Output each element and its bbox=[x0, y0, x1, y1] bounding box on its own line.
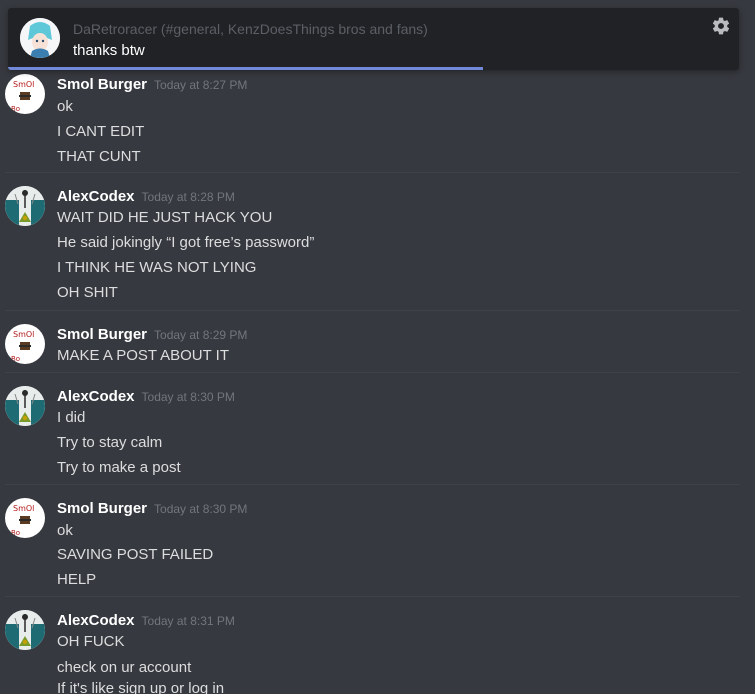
message-divider bbox=[5, 310, 740, 311]
message-text: ok bbox=[57, 522, 73, 539]
message-text: ok bbox=[57, 98, 73, 115]
message-header: AlexCodex Today at 8:28 PM bbox=[57, 188, 235, 206]
message-text: HELP bbox=[57, 571, 97, 588]
message-text: OH SHIT bbox=[57, 284, 118, 301]
username[interactable]: AlexCodex bbox=[57, 188, 135, 205]
chat-window: SmOl Bo Smol Burger Today at 8:27 PM ok I… bbox=[0, 0, 755, 694]
user-avatar[interactable]: SmOl Bo bbox=[5, 74, 45, 114]
message-text: He said jokingly “I got free’s password” bbox=[57, 234, 315, 251]
svg-text:Bo: Bo bbox=[11, 529, 20, 537]
message-header: AlexCodex Today at 8:31 PM bbox=[57, 612, 235, 630]
smol-burger-icon: SmOl Bo bbox=[11, 504, 34, 537]
timestamp: Today at 8:29 PM bbox=[154, 328, 248, 342]
message-text: SAVING POST FAILED bbox=[57, 546, 214, 563]
timestamp: Today at 8:31 PM bbox=[141, 614, 235, 628]
user-avatar[interactable] bbox=[5, 610, 45, 650]
timestamp: Today at 8:27 PM bbox=[154, 78, 248, 92]
message-text: I CANT EDIT bbox=[57, 123, 145, 140]
svg-text:Bo: Bo bbox=[11, 355, 20, 363]
message-text: I did bbox=[57, 409, 86, 426]
user-avatar[interactable] bbox=[5, 186, 45, 226]
alexcodex-icon bbox=[5, 386, 45, 426]
message-header: Smol Burger Today at 8:27 PM bbox=[57, 76, 247, 94]
message-text: Try to stay calm bbox=[57, 434, 163, 451]
anime-character-avatar-icon bbox=[20, 18, 60, 58]
message-text: Try to make a post bbox=[57, 459, 181, 476]
notification-header: DaRetroracer (#general, KenzDoesThings b… bbox=[73, 21, 428, 37]
username[interactable]: Smol Burger bbox=[57, 500, 147, 517]
svg-text:SmOl: SmOl bbox=[13, 80, 34, 89]
message-text: I THINK HE WAS NOT LYING bbox=[57, 259, 257, 276]
timestamp: Today at 8:30 PM bbox=[154, 502, 248, 516]
message-text: THAT CUNT bbox=[57, 148, 141, 165]
message-header: Smol Burger Today at 8:30 PM bbox=[57, 500, 247, 518]
alexcodex-icon bbox=[5, 186, 45, 226]
svg-text:Bo: Bo bbox=[11, 105, 20, 113]
alexcodex-icon bbox=[5, 610, 45, 650]
notification-message: thanks btw bbox=[73, 42, 145, 59]
message-text: MAKE A POST ABOUT IT bbox=[57, 347, 230, 364]
user-avatar[interactable]: SmOl Bo bbox=[5, 498, 45, 538]
message-divider bbox=[5, 372, 740, 373]
smol-burger-icon: SmOl Bo bbox=[11, 80, 34, 113]
message-text: OH FUCK bbox=[57, 633, 125, 650]
message-text: WAIT DID HE JUST HACK YOU bbox=[57, 209, 273, 226]
message-divider bbox=[5, 484, 740, 485]
username[interactable]: AlexCodex bbox=[57, 612, 135, 629]
message-divider bbox=[5, 172, 740, 173]
message-header: Smol Burger Today at 8:29 PM bbox=[57, 326, 247, 344]
message-divider bbox=[5, 596, 740, 597]
svg-text:SmOl: SmOl bbox=[13, 330, 34, 339]
svg-text:SmOl: SmOl bbox=[13, 504, 34, 513]
gear-icon[interactable] bbox=[711, 16, 731, 36]
user-avatar[interactable] bbox=[5, 386, 45, 426]
smol-burger-icon: SmOl Bo bbox=[11, 330, 34, 363]
timestamp: Today at 8:28 PM bbox=[141, 190, 235, 204]
timestamp: Today at 8:30 PM bbox=[141, 390, 235, 404]
notification-timer-bar bbox=[8, 67, 484, 70]
message-notification-toast[interactable]: DaRetroracer (#general, KenzDoesThings b… bbox=[8, 8, 739, 70]
message-header: AlexCodex Today at 8:30 PM bbox=[57, 388, 235, 406]
user-avatar[interactable]: SmOl Bo bbox=[5, 324, 45, 364]
notification-avatar bbox=[20, 18, 60, 58]
username[interactable]: Smol Burger bbox=[57, 76, 147, 93]
username[interactable]: AlexCodex bbox=[57, 388, 135, 405]
username[interactable]: Smol Burger bbox=[57, 326, 147, 343]
message-text: check on ur account bbox=[57, 659, 192, 676]
message-text: If it's like sign up or log in bbox=[57, 680, 225, 694]
